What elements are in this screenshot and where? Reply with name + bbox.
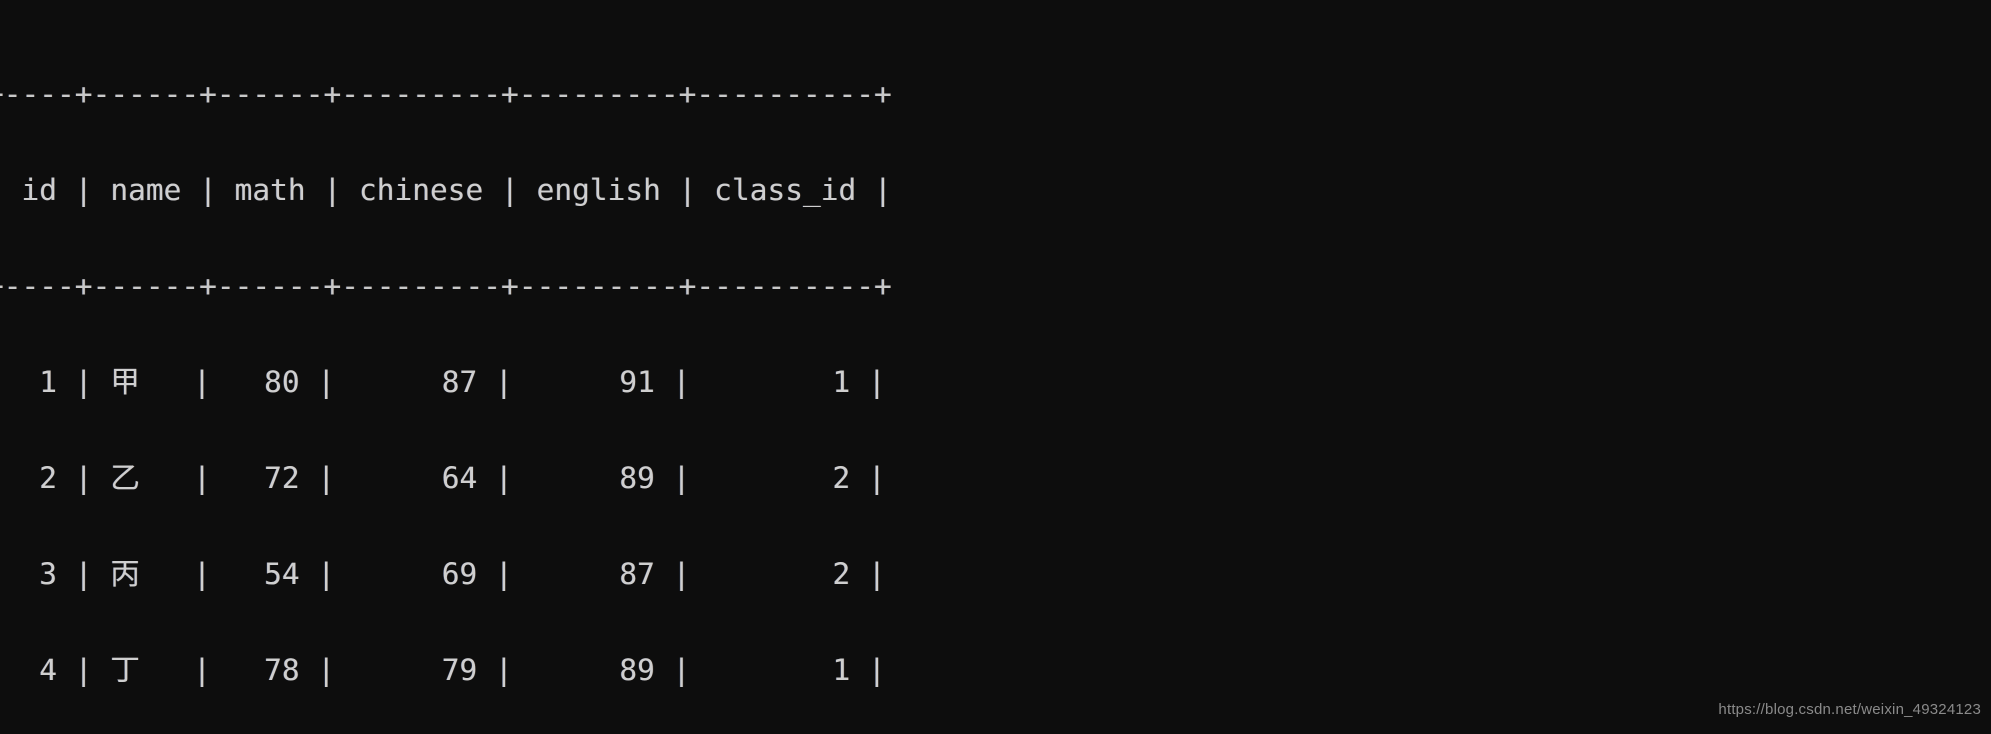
table-row: | 4 | 丁 | 78 | 79 | 89 | 1 |	[0, 653, 886, 687]
table1-top-border: +----+------+------+---------+---------+…	[0, 77, 892, 111]
table-row: | 2 | 乙 | 72 | 64 | 89 | 2 |	[0, 461, 886, 495]
table1-header-row: | id | name | math | chinese | english |…	[0, 173, 892, 207]
terminal-screen-buffer: +----+------+------+---------+---------+…	[0, 0, 1620, 734]
table-row: | 1 | 甲 | 80 | 87 | 91 | 1 |	[0, 365, 886, 399]
table1-header-divider: +----+------+------+---------+---------+…	[0, 269, 892, 303]
table-row: | 3 | 丙 | 54 | 69 | 87 | 2 |	[0, 557, 886, 591]
watermark-blog-url: https://blog.csdn.net/weixin_49324123	[1718, 701, 1981, 718]
terminal-window[interactable]: +----+------+------+---------+---------+…	[0, 0, 1991, 734]
